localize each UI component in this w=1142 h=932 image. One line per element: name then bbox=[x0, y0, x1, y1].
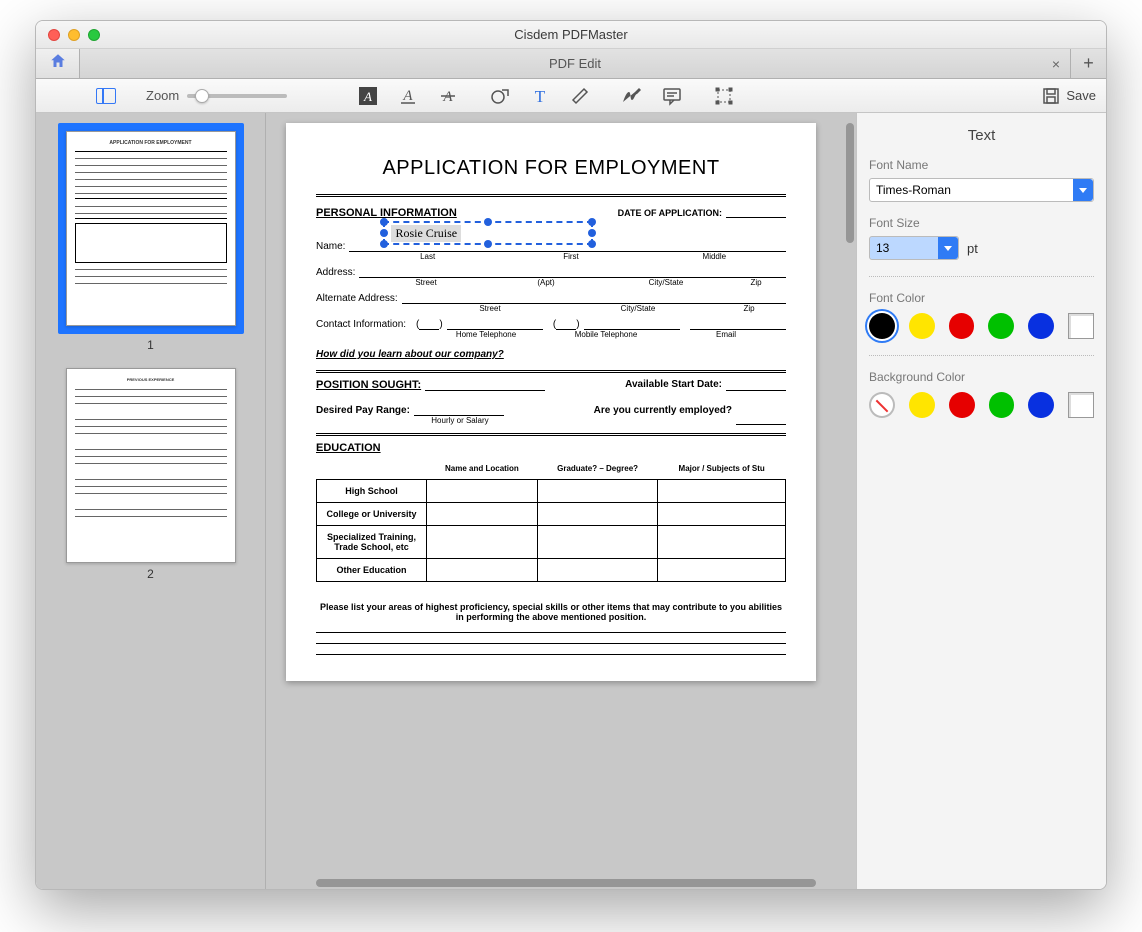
bg-color-row bbox=[869, 392, 1094, 418]
bg-color-label: Background Color bbox=[869, 370, 1094, 384]
comment-icon[interactable] bbox=[661, 85, 683, 107]
svg-text:A: A bbox=[443, 89, 454, 105]
divider bbox=[316, 194, 786, 197]
pencil-icon[interactable] bbox=[569, 85, 591, 107]
text-box[interactable]: Rosie Cruise bbox=[391, 225, 461, 242]
text-selection-box[interactable]: Rosie Cruise bbox=[383, 221, 593, 245]
thumbnail-preview: PREVIOUS EXPERIENCE bbox=[66, 368, 236, 563]
color-custom-button[interactable] bbox=[1068, 392, 1094, 418]
font-size-select[interactable]: 13 bbox=[869, 236, 959, 260]
font-color-label: Font Color bbox=[869, 291, 1094, 305]
zoom-label: Zoom bbox=[146, 88, 179, 103]
maximize-window-button[interactable] bbox=[88, 29, 100, 41]
main-area: APPLICATION FOR EMPLOYMENT 1 PREVIOUS EX… bbox=[36, 113, 1106, 889]
inspector-panel: Text Font Name Times-Roman Font Size 13 … bbox=[856, 113, 1106, 889]
font-color-row bbox=[869, 313, 1094, 339]
thumbnail-number: 2 bbox=[147, 567, 154, 581]
font-name-label: Font Name bbox=[869, 158, 1094, 172]
doc-title: APPLICATION FOR EMPLOYMENT bbox=[316, 157, 786, 180]
color-swatch-black[interactable] bbox=[869, 313, 895, 339]
shape-icon[interactable] bbox=[489, 85, 511, 107]
save-icon bbox=[1042, 87, 1060, 105]
close-window-button[interactable] bbox=[48, 29, 60, 41]
home-icon bbox=[49, 52, 67, 75]
font-size-unit: pt bbox=[967, 241, 978, 256]
svg-text:A: A bbox=[363, 89, 372, 104]
save-button[interactable]: Save bbox=[1042, 87, 1096, 105]
home-tab[interactable] bbox=[36, 49, 80, 78]
text-tools: A A A bbox=[357, 85, 459, 107]
titlebar: Cisdem PDFMaster bbox=[36, 21, 1106, 49]
separator bbox=[869, 355, 1094, 356]
select-tools bbox=[713, 85, 735, 107]
sign-tools bbox=[621, 85, 683, 107]
color-swatch-yellow[interactable] bbox=[909, 392, 935, 418]
thumbnail-page-2[interactable]: PREVIOUS EXPERIENCE 2 bbox=[36, 368, 265, 581]
pdf-page: APPLICATION FOR EMPLOYMENT PERSONAL INFO… bbox=[286, 123, 816, 681]
inspector-title: Text bbox=[869, 127, 1094, 144]
svg-text:A: A bbox=[403, 88, 414, 104]
text-tool-icon[interactable]: T bbox=[529, 85, 551, 107]
underline-icon[interactable]: A bbox=[397, 85, 419, 107]
zoom-control: Zoom bbox=[146, 88, 287, 103]
thumbnail-panel: APPLICATION FOR EMPLOYMENT 1 PREVIOUS EX… bbox=[36, 113, 266, 889]
toggle-sidebar-icon[interactable] bbox=[96, 88, 116, 104]
signature-icon[interactable] bbox=[621, 85, 643, 107]
zoom-thumb[interactable] bbox=[195, 89, 209, 103]
document-tab[interactable]: PDF Edit × bbox=[80, 49, 1070, 78]
color-swatch-none[interactable] bbox=[869, 392, 895, 418]
color-swatch-green[interactable] bbox=[989, 392, 1015, 418]
tab-label: PDF Edit bbox=[549, 56, 601, 71]
svg-text:T: T bbox=[535, 87, 546, 106]
tab-bar: PDF Edit × + bbox=[36, 49, 1106, 79]
thumbnail-number: 1 bbox=[147, 338, 154, 352]
window-controls bbox=[36, 29, 100, 41]
color-custom-button[interactable] bbox=[1068, 313, 1094, 339]
text-style-icon[interactable]: A bbox=[357, 85, 379, 107]
thumbnail-preview: APPLICATION FOR EMPLOYMENT bbox=[66, 131, 236, 326]
window-title: Cisdem PDFMaster bbox=[514, 27, 627, 42]
horizontal-scrollbar[interactable] bbox=[316, 879, 816, 887]
color-swatch-yellow[interactable] bbox=[909, 313, 935, 339]
thumbnail-page-1[interactable]: APPLICATION FOR EMPLOYMENT 1 bbox=[36, 123, 265, 352]
color-swatch-red[interactable] bbox=[949, 392, 975, 418]
close-tab-button[interactable]: × bbox=[1052, 56, 1060, 72]
color-swatch-green[interactable] bbox=[988, 313, 1014, 339]
font-name-select[interactable]: Times-Roman bbox=[869, 178, 1094, 202]
separator bbox=[869, 276, 1094, 277]
document-canvas[interactable]: APPLICATION FOR EMPLOYMENT PERSONAL INFO… bbox=[266, 113, 856, 889]
save-label: Save bbox=[1066, 88, 1096, 103]
color-swatch-blue[interactable] bbox=[1028, 392, 1054, 418]
strikethrough-icon[interactable]: A bbox=[437, 85, 459, 107]
app-window: Cisdem PDFMaster PDF Edit × + Zoom A A A… bbox=[35, 20, 1107, 890]
chevron-down-icon bbox=[938, 237, 958, 259]
chevron-down-icon bbox=[1073, 179, 1093, 201]
toolbar: Zoom A A A T Save bbox=[36, 79, 1106, 113]
color-swatch-blue[interactable] bbox=[1028, 313, 1054, 339]
section-personal: PERSONAL INFORMATION bbox=[316, 207, 457, 219]
minimize-window-button[interactable] bbox=[68, 29, 80, 41]
zoom-slider[interactable] bbox=[187, 94, 287, 98]
new-tab-button[interactable]: + bbox=[1070, 49, 1106, 78]
selection-icon[interactable] bbox=[713, 85, 735, 107]
education-table: Name and Location Graduate? – Degree? Ma… bbox=[316, 458, 786, 582]
color-swatch-red[interactable] bbox=[949, 313, 975, 339]
annotate-tools: T bbox=[489, 85, 591, 107]
font-size-label: Font Size bbox=[869, 216, 1094, 230]
